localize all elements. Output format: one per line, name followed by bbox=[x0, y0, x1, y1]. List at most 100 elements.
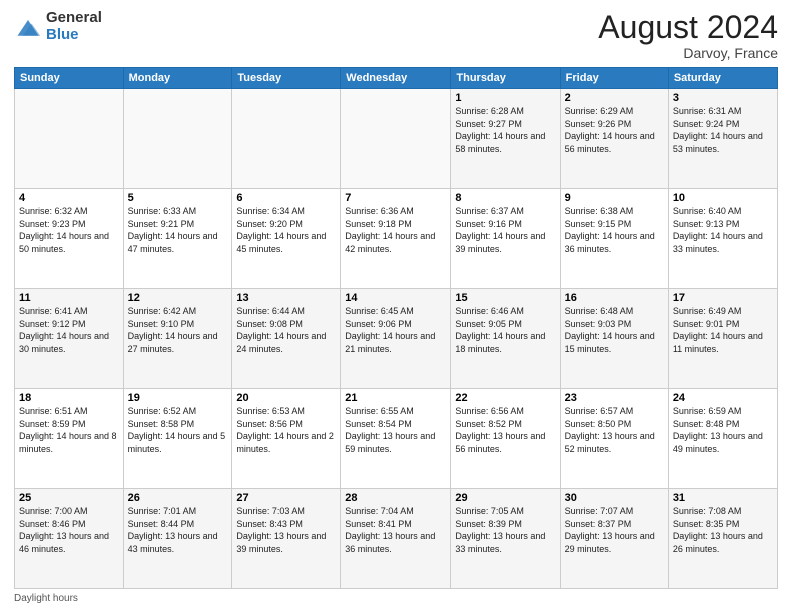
calendar-cell-21: 21Sunrise: 6:55 AMSunset: 8:54 PMDayligh… bbox=[341, 389, 451, 489]
logo-icon bbox=[14, 13, 42, 41]
day-info: Sunrise: 6:38 AMSunset: 9:15 PMDaylight:… bbox=[565, 205, 664, 255]
logo-blue: Blue bbox=[46, 27, 102, 44]
day-info: Sunrise: 7:07 AMSunset: 8:37 PMDaylight:… bbox=[565, 505, 664, 555]
day-info: Sunrise: 6:41 AMSunset: 9:12 PMDaylight:… bbox=[19, 305, 119, 355]
day-info: Sunrise: 6:56 AMSunset: 8:52 PMDaylight:… bbox=[455, 405, 555, 455]
calendar-week-1: 4Sunrise: 6:32 AMSunset: 9:23 PMDaylight… bbox=[15, 189, 778, 289]
calendar-cell-1: 1Sunrise: 6:28 AMSunset: 9:27 PMDaylight… bbox=[451, 89, 560, 189]
calendar-cell-3: 3Sunrise: 6:31 AMSunset: 9:24 PMDaylight… bbox=[668, 89, 777, 189]
day-info: Sunrise: 6:55 AMSunset: 8:54 PMDaylight:… bbox=[345, 405, 446, 455]
calendar-cell-10: 10Sunrise: 6:40 AMSunset: 9:13 PMDayligh… bbox=[668, 189, 777, 289]
calendar-cell-14: 14Sunrise: 6:45 AMSunset: 9:06 PMDayligh… bbox=[341, 289, 451, 389]
day-number: 8 bbox=[455, 192, 555, 204]
day-info: Sunrise: 7:00 AMSunset: 8:46 PMDaylight:… bbox=[19, 505, 119, 555]
calendar-cell-22: 22Sunrise: 6:56 AMSunset: 8:52 PMDayligh… bbox=[451, 389, 560, 489]
day-info: Sunrise: 6:36 AMSunset: 9:18 PMDaylight:… bbox=[345, 205, 446, 255]
day-number: 7 bbox=[345, 192, 446, 204]
calendar-cell-6: 6Sunrise: 6:34 AMSunset: 9:20 PMDaylight… bbox=[232, 189, 341, 289]
day-info: Sunrise: 6:53 AMSunset: 8:56 PMDaylight:… bbox=[236, 405, 336, 455]
location: Darvoy, France bbox=[598, 45, 778, 61]
day-number: 10 bbox=[673, 192, 773, 204]
day-info: Sunrise: 6:45 AMSunset: 9:06 PMDaylight:… bbox=[345, 305, 446, 355]
calendar-cell-7: 7Sunrise: 6:36 AMSunset: 9:18 PMDaylight… bbox=[341, 189, 451, 289]
day-info: Sunrise: 6:37 AMSunset: 9:16 PMDaylight:… bbox=[455, 205, 555, 255]
calendar-cell-24: 24Sunrise: 6:59 AMSunset: 8:48 PMDayligh… bbox=[668, 389, 777, 489]
day-number: 25 bbox=[19, 492, 119, 504]
day-number: 2 bbox=[565, 92, 664, 104]
calendar-cell-empty bbox=[123, 89, 232, 189]
footer-note: Daylight hours bbox=[14, 593, 778, 604]
calendar-cell-25: 25Sunrise: 7:00 AMSunset: 8:46 PMDayligh… bbox=[15, 489, 124, 589]
calendar-cell-9: 9Sunrise: 6:38 AMSunset: 9:15 PMDaylight… bbox=[560, 189, 668, 289]
logo-text: General Blue bbox=[46, 10, 102, 43]
day-info: Sunrise: 7:05 AMSunset: 8:39 PMDaylight:… bbox=[455, 505, 555, 555]
day-number: 16 bbox=[565, 292, 664, 304]
calendar-cell-16: 16Sunrise: 6:48 AMSunset: 9:03 PMDayligh… bbox=[560, 289, 668, 389]
day-info: Sunrise: 7:03 AMSunset: 8:43 PMDaylight:… bbox=[236, 505, 336, 555]
day-number: 4 bbox=[19, 192, 119, 204]
col-header-sunday: Sunday bbox=[15, 68, 124, 89]
day-number: 26 bbox=[128, 492, 228, 504]
calendar-week-3: 18Sunrise: 6:51 AMSunset: 8:59 PMDayligh… bbox=[15, 389, 778, 489]
calendar-cell-23: 23Sunrise: 6:57 AMSunset: 8:50 PMDayligh… bbox=[560, 389, 668, 489]
day-number: 31 bbox=[673, 492, 773, 504]
calendar-cell-5: 5Sunrise: 6:33 AMSunset: 9:21 PMDaylight… bbox=[123, 189, 232, 289]
header: General Blue August 2024 Darvoy, France bbox=[14, 10, 778, 61]
day-info: Sunrise: 7:04 AMSunset: 8:41 PMDaylight:… bbox=[345, 505, 446, 555]
page: General Blue August 2024 Darvoy, France … bbox=[0, 0, 792, 612]
calendar-cell-30: 30Sunrise: 7:07 AMSunset: 8:37 PMDayligh… bbox=[560, 489, 668, 589]
day-number: 12 bbox=[128, 292, 228, 304]
day-number: 30 bbox=[565, 492, 664, 504]
calendar-cell-17: 17Sunrise: 6:49 AMSunset: 9:01 PMDayligh… bbox=[668, 289, 777, 389]
day-info: Sunrise: 6:52 AMSunset: 8:58 PMDaylight:… bbox=[128, 405, 228, 455]
day-number: 23 bbox=[565, 392, 664, 404]
day-info: Sunrise: 6:31 AMSunset: 9:24 PMDaylight:… bbox=[673, 105, 773, 155]
calendar-cell-empty bbox=[341, 89, 451, 189]
calendar-week-0: 1Sunrise: 6:28 AMSunset: 9:27 PMDaylight… bbox=[15, 89, 778, 189]
day-number: 5 bbox=[128, 192, 228, 204]
day-number: 24 bbox=[673, 392, 773, 404]
day-info: Sunrise: 6:33 AMSunset: 9:21 PMDaylight:… bbox=[128, 205, 228, 255]
calendar-cell-13: 13Sunrise: 6:44 AMSunset: 9:08 PMDayligh… bbox=[232, 289, 341, 389]
day-number: 28 bbox=[345, 492, 446, 504]
col-header-tuesday: Tuesday bbox=[232, 68, 341, 89]
day-number: 21 bbox=[345, 392, 446, 404]
day-number: 3 bbox=[673, 92, 773, 104]
calendar-cell-31: 31Sunrise: 7:08 AMSunset: 8:35 PMDayligh… bbox=[668, 489, 777, 589]
calendar-cell-20: 20Sunrise: 6:53 AMSunset: 8:56 PMDayligh… bbox=[232, 389, 341, 489]
day-info: Sunrise: 6:49 AMSunset: 9:01 PMDaylight:… bbox=[673, 305, 773, 355]
col-header-wednesday: Wednesday bbox=[341, 68, 451, 89]
day-number: 22 bbox=[455, 392, 555, 404]
calendar-cell-15: 15Sunrise: 6:46 AMSunset: 9:05 PMDayligh… bbox=[451, 289, 560, 389]
calendar-cell-19: 19Sunrise: 6:52 AMSunset: 8:58 PMDayligh… bbox=[123, 389, 232, 489]
day-info: Sunrise: 6:40 AMSunset: 9:13 PMDaylight:… bbox=[673, 205, 773, 255]
day-number: 17 bbox=[673, 292, 773, 304]
day-number: 20 bbox=[236, 392, 336, 404]
day-info: Sunrise: 7:01 AMSunset: 8:44 PMDaylight:… bbox=[128, 505, 228, 555]
day-number: 18 bbox=[19, 392, 119, 404]
calendar-body: 1Sunrise: 6:28 AMSunset: 9:27 PMDaylight… bbox=[15, 89, 778, 589]
col-header-monday: Monday bbox=[123, 68, 232, 89]
day-info: Sunrise: 6:59 AMSunset: 8:48 PMDaylight:… bbox=[673, 405, 773, 455]
title-block: August 2024 Darvoy, France bbox=[598, 10, 778, 61]
calendar-cell-empty bbox=[232, 89, 341, 189]
day-info: Sunrise: 6:42 AMSunset: 9:10 PMDaylight:… bbox=[128, 305, 228, 355]
calendar-header-row: SundayMondayTuesdayWednesdayThursdayFrid… bbox=[15, 68, 778, 89]
day-number: 15 bbox=[455, 292, 555, 304]
day-info: Sunrise: 7:08 AMSunset: 8:35 PMDaylight:… bbox=[673, 505, 773, 555]
calendar-cell-4: 4Sunrise: 6:32 AMSunset: 9:23 PMDaylight… bbox=[15, 189, 124, 289]
day-info: Sunrise: 6:48 AMSunset: 9:03 PMDaylight:… bbox=[565, 305, 664, 355]
day-info: Sunrise: 6:57 AMSunset: 8:50 PMDaylight:… bbox=[565, 405, 664, 455]
calendar-cell-12: 12Sunrise: 6:42 AMSunset: 9:10 PMDayligh… bbox=[123, 289, 232, 389]
day-number: 19 bbox=[128, 392, 228, 404]
calendar-cell-2: 2Sunrise: 6:29 AMSunset: 9:26 PMDaylight… bbox=[560, 89, 668, 189]
day-number: 13 bbox=[236, 292, 336, 304]
logo-general: General bbox=[46, 10, 102, 27]
day-info: Sunrise: 6:44 AMSunset: 9:08 PMDaylight:… bbox=[236, 305, 336, 355]
calendar-table: SundayMondayTuesdayWednesdayThursdayFrid… bbox=[14, 67, 778, 589]
calendar-week-4: 25Sunrise: 7:00 AMSunset: 8:46 PMDayligh… bbox=[15, 489, 778, 589]
day-number: 1 bbox=[455, 92, 555, 104]
day-info: Sunrise: 6:34 AMSunset: 9:20 PMDaylight:… bbox=[236, 205, 336, 255]
day-number: 6 bbox=[236, 192, 336, 204]
day-number: 11 bbox=[19, 292, 119, 304]
